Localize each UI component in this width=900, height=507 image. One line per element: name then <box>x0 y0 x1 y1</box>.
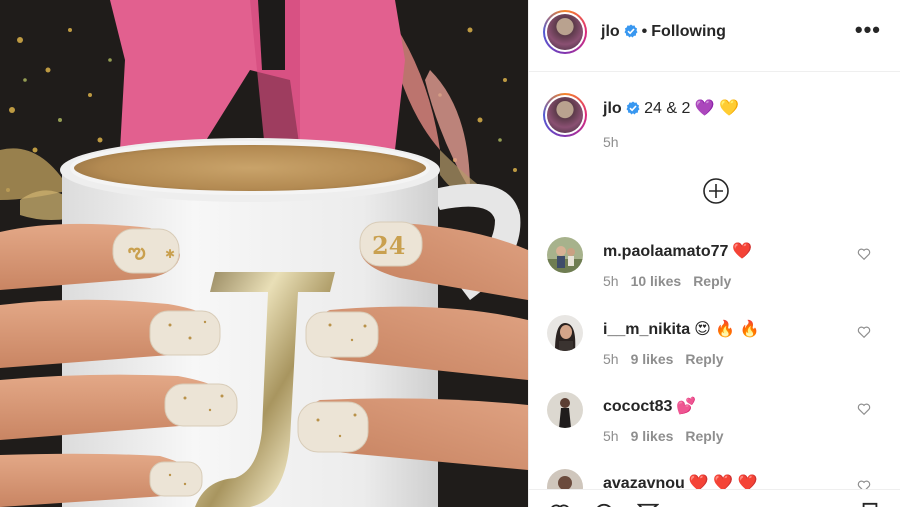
post-side-panel: jlo • Following ••• jlo 24 & 2 💜 💛 5h m.pa… <box>528 0 900 507</box>
caption-avatar[interactable] <box>543 93 587 137</box>
heart-outline-icon[interactable] <box>857 479 871 489</box>
comment-likes[interactable]: 9 likes <box>631 351 674 367</box>
author-line: jlo • Following <box>601 23 726 41</box>
comment-time[interactable]: 5h <box>603 351 619 367</box>
comment-meta: 5h 9 likes Reply <box>603 351 736 367</box>
comment-time[interactable]: 5h <box>603 428 619 444</box>
reply-button[interactable]: Reply <box>685 428 723 444</box>
svg-text:24: 24 <box>372 231 405 260</box>
comment-meta: 5h 9 likes Reply <box>603 428 736 444</box>
heart-outline-icon[interactable] <box>857 247 871 261</box>
author-username[interactable]: jlo <box>601 23 620 40</box>
commenter-avatar[interactable] <box>547 392 583 428</box>
comment-item: cococt83 💕 5h 9 likes Reply <box>529 392 900 462</box>
verified-badge-icon <box>624 24 638 38</box>
commenter-username[interactable]: avazavnou <box>603 475 685 489</box>
post-header: jlo • Following ••• <box>529 0 900 72</box>
commenter-username[interactable]: cococt83 <box>603 398 672 415</box>
comment-text: ❤️ <box>732 243 753 260</box>
verified-badge-icon <box>626 101 640 115</box>
reply-button[interactable]: Reply <box>693 273 731 289</box>
comment-icon[interactable] <box>593 502 615 507</box>
action-bar <box>529 489 900 507</box>
comment-item: m.paolaamato77 ❤️ 5h 10 likes Reply <box>529 237 900 307</box>
heart-outline-icon[interactable] <box>857 325 871 339</box>
share-icon[interactable] <box>637 502 659 507</box>
comment-text: ❤️ ❤️ ❤️ <box>688 475 758 489</box>
comment-item: i__m_nikita 😍 🔥 🔥 5h 9 likes Reply <box>529 315 900 385</box>
comment-text: 😍 🔥 🔥 <box>694 321 760 338</box>
post-photo[interactable]: ఌ ✱ 24 <box>0 0 528 507</box>
comment-line: m.paolaamato77 ❤️ <box>603 241 752 261</box>
svg-text:✱: ✱ <box>165 247 175 261</box>
commenter-username[interactable]: m.paolaamato77 <box>603 243 728 260</box>
author-avatar[interactable] <box>543 10 587 54</box>
commenter-username[interactable]: i__m_nikita <box>603 321 690 338</box>
load-more-comments-icon[interactable] <box>702 177 730 205</box>
comment-time[interactable]: 5h <box>603 273 619 289</box>
comment-item: avazavnou ❤️ ❤️ ❤️ <box>529 469 900 489</box>
comment-line: cococt83 💕 <box>603 396 696 416</box>
heart-outline-icon[interactable] <box>857 402 871 416</box>
reply-button[interactable]: Reply <box>685 351 723 367</box>
post-image: ఌ ✱ 24 <box>0 0 528 507</box>
caption-timestamp[interactable]: 5h <box>603 134 619 150</box>
comment-likes[interactable]: 10 likes <box>631 273 682 289</box>
like-icon[interactable] <box>549 502 571 507</box>
follow-status-button[interactable]: Following <box>651 23 726 40</box>
header-separator: • <box>641 23 648 40</box>
caption-username[interactable]: jlo <box>603 100 622 117</box>
comment-meta: 5h 10 likes Reply <box>603 273 743 289</box>
comment-likes[interactable]: 9 likes <box>631 428 674 444</box>
caption-line: jlo 24 & 2 💜 💛 <box>603 98 739 118</box>
commenter-avatar[interactable] <box>547 315 583 351</box>
commenter-avatar[interactable] <box>547 469 583 489</box>
commenter-avatar[interactable] <box>547 237 583 273</box>
svg-text:ఌ: ఌ <box>128 239 146 263</box>
caption-text: 24 & 2 💜 💛 <box>644 100 740 117</box>
comment-text: 💕 <box>676 398 697 415</box>
comment-line: i__m_nikita 😍 🔥 🔥 <box>603 319 760 339</box>
comment-line: avazavnou ❤️ ❤️ ❤️ <box>603 473 757 489</box>
more-options-icon[interactable]: ••• <box>855 19 881 41</box>
save-icon[interactable] <box>859 502 881 507</box>
